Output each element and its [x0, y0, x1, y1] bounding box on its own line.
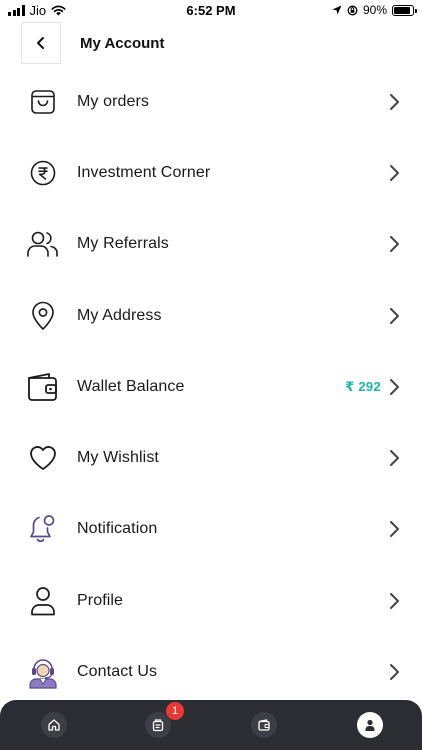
- orders-icon: 1: [145, 701, 185, 738]
- wallet-icon: [251, 712, 277, 738]
- menu-item-label: Wallet Balance: [77, 377, 185, 395]
- chevron-right-icon: [385, 449, 403, 467]
- nav-item-orders[interactable]: 1: [128, 700, 188, 750]
- menu-item-notification[interactable]: Notification: [0, 494, 422, 565]
- chevron-right-icon: [385, 235, 403, 253]
- status-left: Jio: [8, 3, 66, 18]
- home-icon: [41, 712, 67, 738]
- menu-item-contact-us[interactable]: Contact Us: [0, 636, 422, 707]
- menu-item-label: Contact Us: [77, 663, 158, 681]
- menu-item-my-orders[interactable]: My orders: [0, 66, 422, 137]
- menu-item-label: My Wishlist: [77, 449, 159, 467]
- nav-item-home[interactable]: [24, 700, 84, 750]
- menu-item-label: Profile: [77, 591, 124, 609]
- menu-item-label: My Address: [77, 306, 162, 324]
- support-agent-icon: [25, 654, 61, 690]
- shopping-bag-icon: [25, 84, 61, 120]
- menu-item-my-referrals[interactable]: My Referrals: [0, 209, 422, 280]
- chevron-right-icon: [385, 93, 403, 111]
- wifi-icon: [51, 5, 66, 16]
- users-icon: [25, 226, 61, 262]
- chevron-right-icon: [385, 378, 403, 396]
- chevron-right-icon: [385, 164, 403, 182]
- bottom-navigation: 1: [0, 700, 422, 750]
- account-menu: My orders Investment Corner My Referrals: [0, 66, 422, 708]
- chevron-right-icon: [385, 520, 403, 538]
- wallet-icon: [25, 369, 61, 405]
- menu-item-my-wishlist[interactable]: My Wishlist: [0, 422, 422, 493]
- chevron-left-icon: [37, 37, 44, 49]
- menu-item-wallet-balance[interactable]: Wallet Balance ₹ 292: [0, 351, 422, 422]
- battery-fill: [394, 6, 411, 14]
- chevron-right-icon: [385, 307, 403, 325]
- menu-item-label: Investment Corner: [77, 163, 211, 181]
- menu-item-profile[interactable]: Profile: [0, 565, 422, 636]
- menu-item-investment-corner[interactable]: Investment Corner: [0, 137, 422, 208]
- bell-icon: [25, 511, 61, 547]
- menu-item-label: My orders: [77, 92, 150, 110]
- menu-item-label: Notification: [77, 520, 158, 538]
- location-arrow-icon: [332, 5, 342, 15]
- wallet-balance-value: ₹ 292: [345, 378, 381, 394]
- page-header: My Account: [0, 22, 422, 66]
- page-title: My Account: [80, 35, 165, 52]
- account-icon: [357, 712, 383, 738]
- status-bar: Jio 6:52 PM 90%: [0, 0, 422, 22]
- location-pin-icon: [25, 298, 61, 334]
- status-right: 90%: [332, 3, 417, 17]
- nav-item-account[interactable]: [340, 700, 400, 750]
- signal-icon: [8, 5, 25, 16]
- chevron-right-icon: [385, 663, 403, 681]
- menu-item-label: My Referrals: [77, 235, 169, 253]
- nav-item-wallet[interactable]: [234, 700, 294, 750]
- battery-percent: 90%: [362, 3, 387, 17]
- orientation-lock-icon: [347, 5, 358, 15]
- chevron-right-icon: [385, 592, 403, 610]
- carrier-name: Jio: [29, 3, 47, 18]
- heart-icon: [25, 440, 61, 476]
- rupee-coin-icon: [25, 155, 61, 191]
- back-button[interactable]: [21, 22, 61, 64]
- person-icon: [25, 583, 61, 619]
- battery-icon: [392, 4, 417, 16]
- cart-count-badge: 1: [165, 701, 185, 721]
- menu-item-my-address[interactable]: My Address: [0, 280, 422, 351]
